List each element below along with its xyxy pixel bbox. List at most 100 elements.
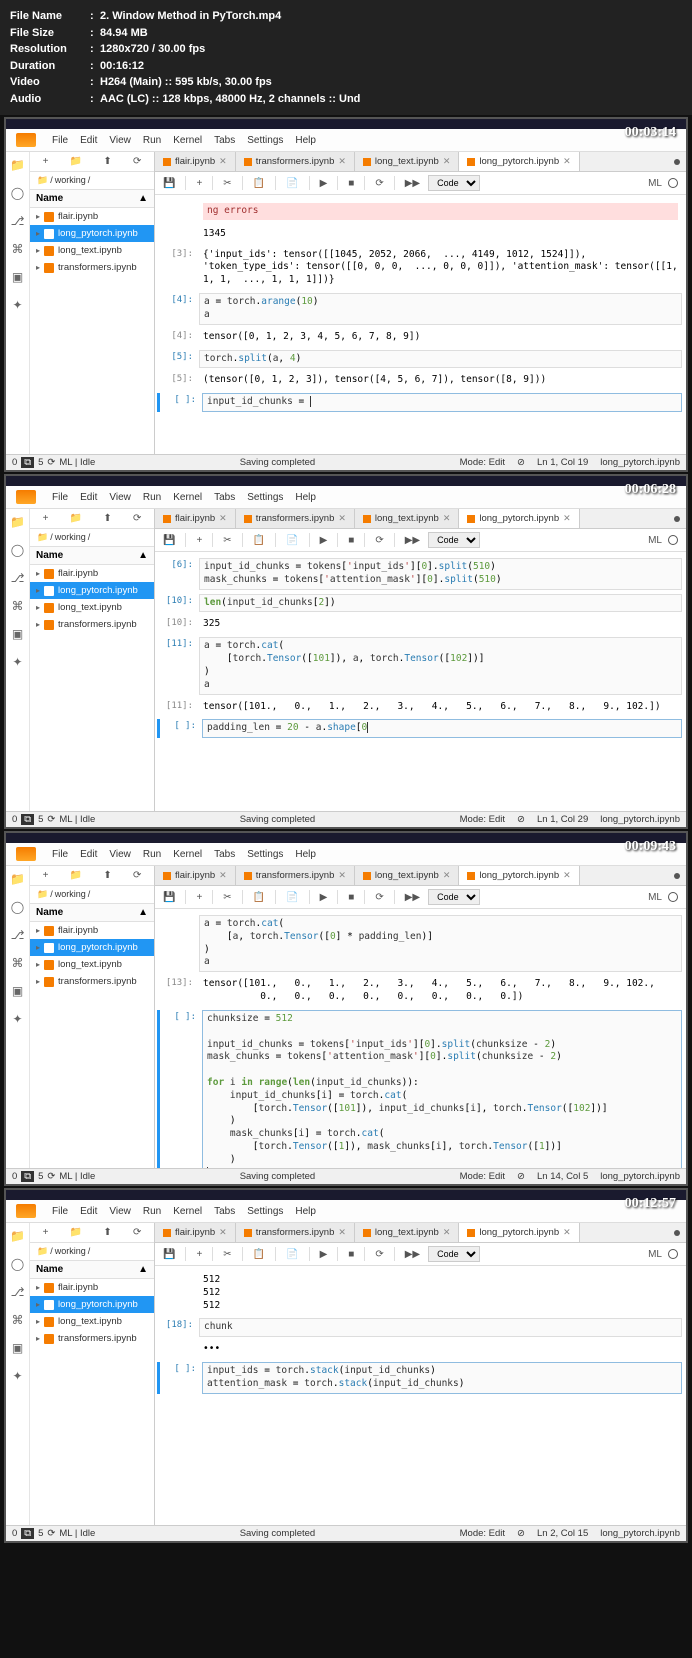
cell[interactable]: [10]: len(input_id_chunks[2]): [157, 594, 682, 613]
tab-long_text-ipynb[interactable]: long_text.ipynb ✕: [355, 152, 459, 171]
file-toolbar-btn-0[interactable]: +: [43, 1227, 49, 1238]
close-icon[interactable]: ✕: [338, 870, 346, 881]
menu-kernel[interactable]: Kernel: [173, 135, 202, 146]
menu-view[interactable]: View: [109, 492, 131, 503]
nb-tool-1[interactable]: +: [196, 892, 202, 903]
cell[interactable]: [6]: input_id_chunks = tokens['input_ids…: [157, 558, 682, 590]
cells-area[interactable]: a = torch.cat( [a, torch.Tensor([0] * pa…: [155, 909, 686, 1175]
folder-icon[interactable]: 📁: [11, 158, 25, 172]
tab-transformers-ipynb[interactable]: transformers.ipynb ✕: [236, 866, 355, 885]
cell[interactable]: [ ]: chunksize = 512 input_id_chunks = t…: [157, 1010, 682, 1175]
commands-icon[interactable]: ⌘: [11, 599, 25, 613]
nb-tool-6[interactable]: ■: [348, 892, 354, 903]
nb-tool-7[interactable]: ⟳: [375, 1249, 383, 1260]
terminal-icon[interactable]: ⧉: [21, 1171, 34, 1182]
cell[interactable]: a = torch.cat( [a, torch.Tensor([0] * pa…: [157, 915, 682, 972]
file-name-header[interactable]: Name▲: [30, 904, 154, 922]
close-icon[interactable]: ✕: [563, 513, 571, 524]
file-toolbar-btn-2[interactable]: ⬆: [103, 513, 111, 524]
nb-tool-5[interactable]: ▶: [320, 178, 328, 189]
terminal-icon[interactable]: ⧉: [21, 457, 34, 468]
nb-tool-6[interactable]: ■: [348, 535, 354, 546]
cells-area[interactable]: 512 512 512 [18]: chunk •••: [155, 1266, 686, 1532]
menu-run[interactable]: Run: [143, 1206, 161, 1217]
close-icon[interactable]: ✕: [443, 513, 451, 524]
git-icon[interactable]: ⎇: [11, 214, 25, 228]
close-icon[interactable]: ✕: [563, 1227, 571, 1238]
file-toolbar-btn-3[interactable]: ⟳: [133, 1227, 141, 1238]
nb-tool-1[interactable]: +: [196, 178, 202, 189]
menu-kernel[interactable]: Kernel: [173, 492, 202, 503]
menu-file[interactable]: File: [52, 849, 68, 860]
tabs-icon[interactable]: ▣: [11, 627, 25, 641]
breadcrumb[interactable]: 📁/working/: [30, 172, 154, 190]
menu-run[interactable]: Run: [143, 135, 161, 146]
close-icon[interactable]: ✕: [219, 513, 227, 524]
tab-flair-ipynb[interactable]: flair.ipynb ✕: [155, 1223, 236, 1242]
file-toolbar-btn-3[interactable]: ⟳: [133, 156, 141, 167]
close-icon[interactable]: ✕: [338, 156, 346, 167]
nb-tool-2[interactable]: ✂: [223, 535, 231, 546]
menu-tabs[interactable]: Tabs: [214, 492, 235, 503]
cell[interactable]: [18]: chunk: [157, 1318, 682, 1337]
nb-tool-8[interactable]: ▶▶: [405, 535, 420, 546]
cells-area[interactable]: [6]: input_id_chunks = tokens['input_ids…: [155, 552, 686, 818]
file-item-transformers-ipynb[interactable]: ▸ transformers.ipynb: [30, 616, 154, 633]
nb-tool-5[interactable]: ▶: [320, 892, 328, 903]
file-item-flair-ipynb[interactable]: ▸ flair.ipynb: [30, 208, 154, 225]
file-item-long_pytorch-ipynb[interactable]: ▸ long_pytorch.ipynb: [30, 939, 154, 956]
menu-settings[interactable]: Settings: [247, 849, 283, 860]
file-item-long_text-ipynb[interactable]: ▸ long_text.ipynb: [30, 956, 154, 973]
extension-icon[interactable]: ✦: [11, 1012, 25, 1026]
kernel-label[interactable]: ML: [648, 535, 662, 546]
file-toolbar-btn-2[interactable]: ⬆: [103, 870, 111, 881]
nb-tool-5[interactable]: ▶: [320, 535, 328, 546]
cell[interactable]: [ ]: input_ids = torch.stack(input_id_ch…: [157, 1362, 682, 1394]
tab-flair-ipynb[interactable]: flair.ipynb ✕: [155, 152, 236, 171]
tab-flair-ipynb[interactable]: flair.ipynb ✕: [155, 509, 236, 528]
tabs-icon[interactable]: ▣: [11, 270, 25, 284]
cell-body[interactable]: padding_len = 20 - a.shape[0: [202, 719, 682, 738]
nb-tool-8[interactable]: ▶▶: [405, 1249, 420, 1260]
nb-tool-3[interactable]: 📋: [253, 1249, 265, 1260]
running-icon[interactable]: ◯: [11, 900, 25, 914]
git-icon[interactable]: ⎇: [11, 928, 25, 942]
file-item-transformers-ipynb[interactable]: ▸ transformers.ipynb: [30, 1330, 154, 1347]
file-toolbar-btn-3[interactable]: ⟳: [133, 870, 141, 881]
file-toolbar-btn-1[interactable]: 📁: [70, 513, 82, 524]
file-item-long_pytorch-ipynb[interactable]: ▸ long_pytorch.ipynb: [30, 582, 154, 599]
tab-long_text-ipynb[interactable]: long_text.ipynb ✕: [355, 866, 459, 885]
tab-long_pytorch-ipynb[interactable]: long_pytorch.ipynb ✕: [459, 866, 579, 885]
file-item-transformers-ipynb[interactable]: ▸ transformers.ipynb: [30, 973, 154, 990]
breadcrumb[interactable]: 📁/working/: [30, 886, 154, 904]
file-item-transformers-ipynb[interactable]: ▸ transformers.ipynb: [30, 259, 154, 276]
folder-icon[interactable]: 📁: [11, 872, 25, 886]
cell[interactable]: [5]: torch.split(a, 4): [157, 350, 682, 369]
nb-tool-7[interactable]: ⟳: [375, 892, 383, 903]
nb-tool-7[interactable]: ⟳: [375, 535, 383, 546]
cell[interactable]: [11]: a = torch.cat( [torch.Tensor([101]…: [157, 637, 682, 694]
cell[interactable]: [4]: a = torch.arange(10) a: [157, 293, 682, 325]
nb-tool-3[interactable]: 📋: [253, 178, 265, 189]
tab-flair-ipynb[interactable]: flair.ipynb ✕: [155, 866, 236, 885]
nb-tool-4[interactable]: 📄: [286, 892, 298, 903]
running-icon[interactable]: ◯: [11, 186, 25, 200]
close-icon[interactable]: ✕: [563, 870, 571, 881]
nb-tool-0[interactable]: 💾: [163, 178, 175, 189]
nb-tool-3[interactable]: 📋: [253, 892, 265, 903]
cell-type-select[interactable]: Code: [428, 889, 480, 905]
nb-tool-2[interactable]: ✂: [223, 892, 231, 903]
file-name-header[interactable]: Name▲: [30, 190, 154, 208]
nb-tool-8[interactable]: ▶▶: [405, 892, 420, 903]
close-icon[interactable]: ✕: [219, 1227, 227, 1238]
menu-tabs[interactable]: Tabs: [214, 1206, 235, 1217]
tab-transformers-ipynb[interactable]: transformers.ipynb ✕: [236, 1223, 355, 1242]
nb-tool-1[interactable]: +: [196, 1249, 202, 1260]
tab-long_text-ipynb[interactable]: long_text.ipynb ✕: [355, 509, 459, 528]
close-icon[interactable]: ✕: [443, 156, 451, 167]
cell-type-select[interactable]: Code: [428, 175, 480, 191]
running-icon[interactable]: ◯: [11, 543, 25, 557]
tab-long_pytorch-ipynb[interactable]: long_pytorch.ipynb ✕: [459, 1223, 579, 1242]
close-icon[interactable]: ✕: [338, 1227, 346, 1238]
file-toolbar-btn-3[interactable]: ⟳: [133, 513, 141, 524]
